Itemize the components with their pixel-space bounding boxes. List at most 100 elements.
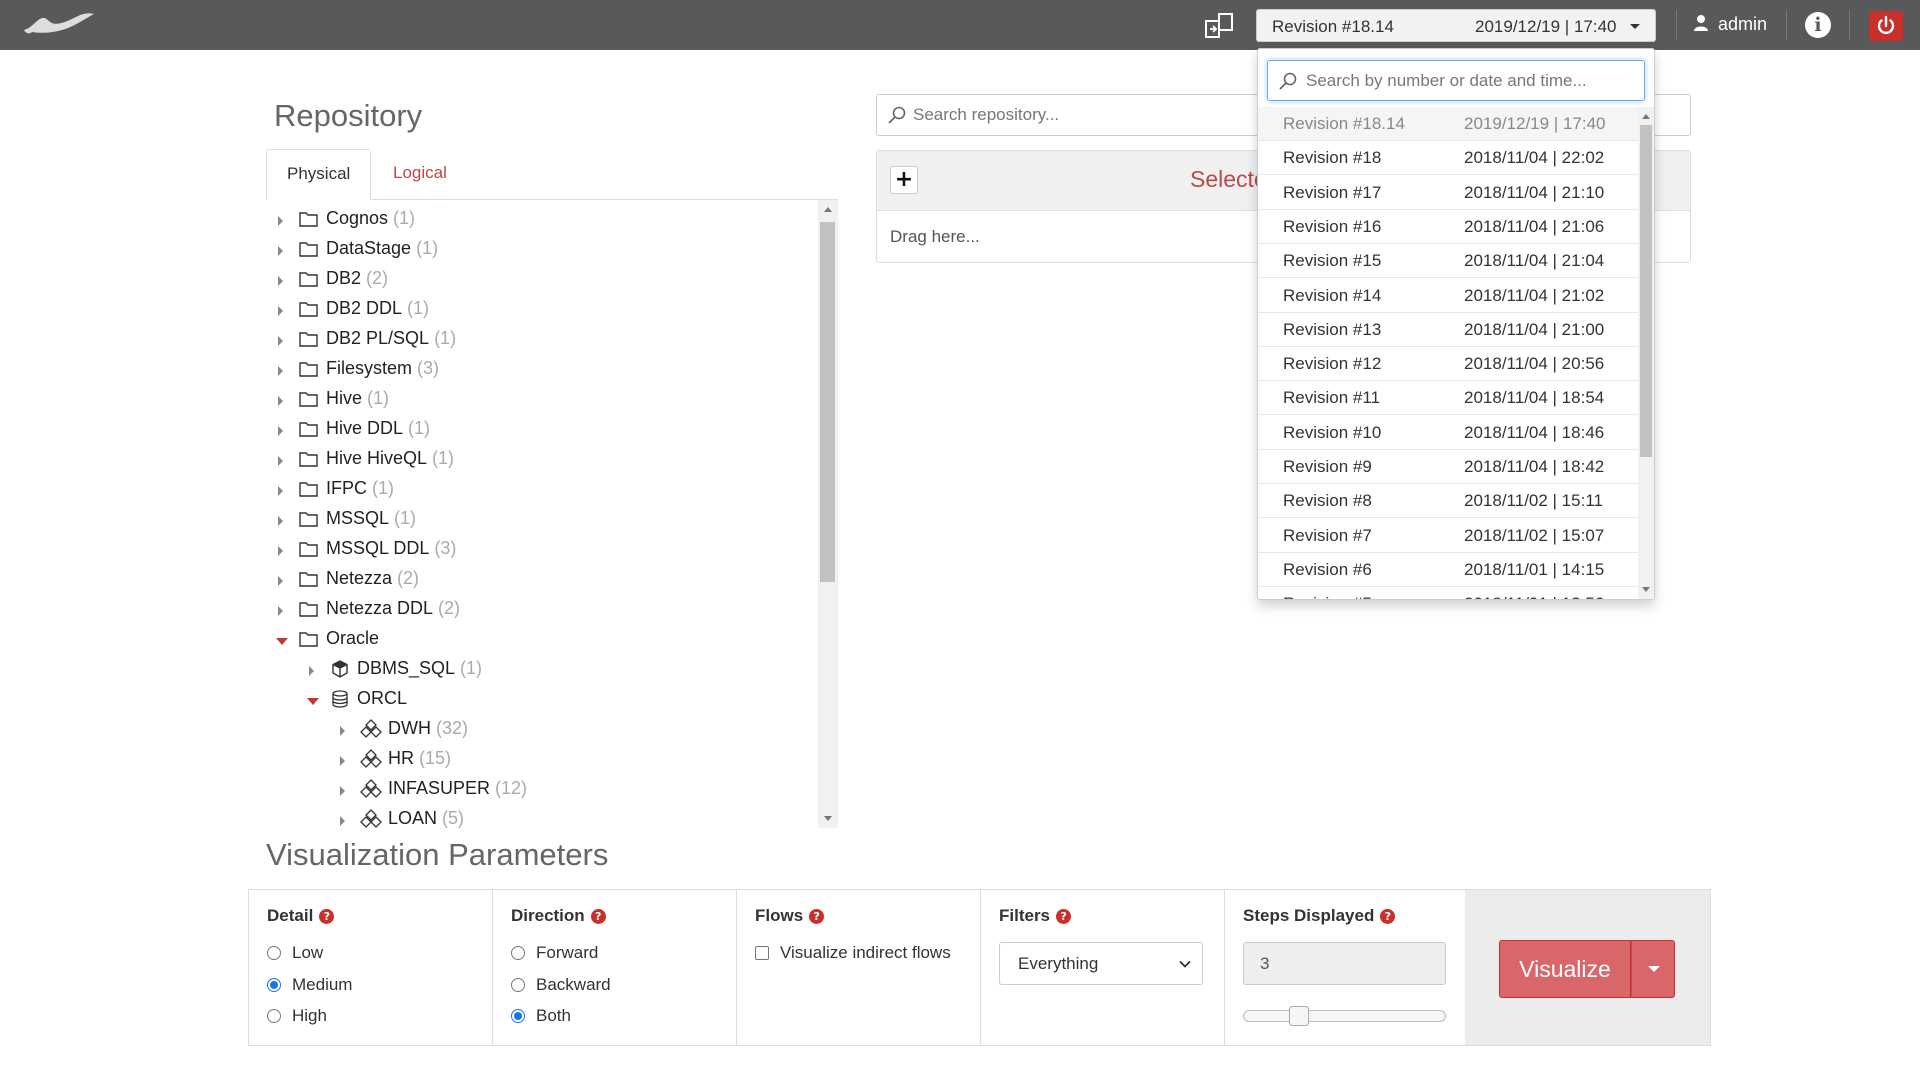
tree-item-count: (1) [408, 418, 431, 438]
drop-zone[interactable]: Drag here... [890, 227, 980, 247]
revision-list-scrollbar[interactable] [1638, 107, 1654, 599]
revision-item[interactable]: Revision #8 2018/11/02 | 15:11 [1258, 484, 1638, 519]
caret-right-icon[interactable] [278, 486, 283, 496]
radio-low[interactable] [267, 946, 281, 960]
folder-icon [298, 539, 320, 559]
revision-item-number: Revision #7 [1283, 525, 1372, 545]
scroll-down-icon[interactable] [824, 816, 832, 821]
revision-item[interactable]: Revision #15 2018/11/04 | 21:04 [1258, 244, 1638, 279]
revision-item[interactable]: Revision #10 2018/11/04 | 18:46 [1258, 416, 1638, 450]
caret-right-icon[interactable] [278, 396, 283, 406]
radio-backward[interactable] [511, 978, 525, 992]
info-icon[interactable]: i [1805, 12, 1831, 38]
revision-item[interactable]: Revision #13 2018/11/04 | 21:00 [1258, 313, 1638, 347]
help-icon[interactable]: ? [1056, 909, 1072, 924]
tree-item-label: LOAN (5) [388, 808, 464, 828]
tree-item-count: (1) [393, 208, 416, 228]
caret-right-icon[interactable] [278, 306, 283, 316]
tree-item-name: IFPC [326, 478, 368, 498]
logo-icon[interactable] [22, 10, 96, 36]
tree-item-name: LOAN [388, 808, 438, 828]
folder-icon [298, 509, 320, 529]
help-icon[interactable]: ? [319, 909, 335, 924]
caret-right-icon[interactable] [340, 756, 345, 766]
tree-item-count: (3) [417, 358, 440, 378]
caret-right-icon[interactable] [278, 336, 283, 346]
revision-item[interactable]: Revision #9 2018/11/04 | 18:42 [1258, 450, 1638, 484]
revision-search [1267, 60, 1645, 101]
revision-item-number: Revision #11 [1283, 388, 1381, 408]
revision-item-date: 2018/11/04 | 18:46 [1464, 422, 1605, 442]
scrollbar-thumb[interactable] [820, 222, 835, 582]
slider-handle[interactable] [1289, 1006, 1309, 1026]
add-button[interactable]: + [890, 166, 918, 194]
caret-right-icon[interactable] [278, 576, 283, 586]
caret-down-icon[interactable] [276, 638, 288, 645]
caret-right-icon[interactable] [309, 666, 314, 676]
tab-logical[interactable]: Logical [373, 149, 467, 200]
revision-item-number: Revision #18.14 [1283, 114, 1405, 133]
steps-input[interactable]: 3 [1243, 942, 1446, 985]
scroll-up-icon[interactable] [824, 207, 832, 212]
caret-right-icon[interactable] [340, 816, 345, 826]
radio-forward[interactable] [511, 946, 525, 960]
visualize-options-caret[interactable] [1631, 940, 1675, 998]
filters-select[interactable]: Everything [999, 942, 1203, 985]
tree-item-count: (1) [432, 448, 455, 468]
revision-search-input[interactable] [1306, 61, 1641, 100]
caret-right-icon[interactable] [278, 246, 283, 256]
revision-item[interactable]: Revision #18 2018/11/04 | 22:02 [1258, 141, 1638, 176]
revision-item-number: Revision #17 [1283, 182, 1382, 202]
caret-right-icon[interactable] [278, 606, 283, 616]
revision-item[interactable]: Revision #5 2018/11/01 | 13:56 [1258, 587, 1638, 599]
schema-icon [360, 779, 382, 799]
revision-item[interactable]: Revision #7 2018/11/02 | 15:07 [1258, 519, 1638, 553]
tree-scrollbar[interactable] [818, 200, 838, 828]
help-icon[interactable]: ? [1380, 909, 1396, 924]
tree-item-count: (1) [434, 328, 457, 348]
revision-item[interactable]: Revision #11 2018/11/04 | 18:54 [1258, 381, 1638, 416]
revision-item[interactable]: Revision #6 2018/11/01 | 14:15 [1258, 553, 1638, 587]
revision-item[interactable]: Revision #16 2018/11/04 | 21:06 [1258, 210, 1638, 244]
revision-item[interactable]: Revision #14 2018/11/04 | 21:02 [1258, 279, 1638, 313]
revision-item-number: Revision #16 [1283, 216, 1382, 236]
caret-down-icon[interactable] [307, 698, 319, 705]
tree-item-name: DBMS_SQL [357, 658, 456, 678]
radio-high[interactable] [267, 1009, 281, 1023]
folder-icon [298, 599, 320, 619]
caret-right-icon[interactable] [278, 276, 283, 286]
tree-item-name: Hive HiveQL [326, 448, 428, 468]
revision-item[interactable]: Revision #18.14 2019/12/19 | 17:40 [1258, 107, 1638, 141]
revision-selector-button[interactable]: Revision #18.14 2019/12/19 | 17:40 [1256, 9, 1656, 42]
caret-right-icon[interactable] [278, 456, 283, 466]
radio-both[interactable] [511, 1009, 525, 1023]
tab-physical[interactable]: Physical [266, 149, 371, 200]
caret-right-icon[interactable] [278, 426, 283, 436]
radio-medium[interactable] [267, 978, 281, 992]
help-icon[interactable]: ? [590, 909, 606, 924]
logout-button[interactable] [1869, 11, 1903, 41]
revision-item[interactable]: Revision #12 2018/11/04 | 20:56 [1258, 347, 1638, 382]
tree-item-name: Netezza DDL [326, 598, 434, 618]
caret-right-icon[interactable] [278, 516, 283, 526]
caret-right-icon[interactable] [340, 786, 345, 796]
repository-tree: Cognos (1) DataStage (1) DB2 (2) DB2 DDL (1) DB2… [266, 200, 838, 828]
caret-right-icon[interactable] [278, 546, 283, 556]
caret-right-icon[interactable] [278, 216, 283, 226]
divider [1786, 10, 1787, 40]
revision-item-date: 2018/11/04 | 21:06 [1464, 216, 1605, 236]
checkbox[interactable] [755, 946, 769, 960]
revision-item[interactable]: Revision #17 2018/11/04 | 21:10 [1258, 176, 1638, 210]
folder-icon [298, 569, 320, 589]
caret-right-icon[interactable] [278, 366, 283, 376]
steps-slider[interactable] [1243, 1006, 1446, 1026]
scroll-down-icon[interactable] [1642, 587, 1650, 592]
folder-icon [298, 479, 320, 499]
direction-group: Direction? Forward Backward Both [493, 890, 737, 1045]
scrollbar-thumb[interactable] [1640, 125, 1652, 457]
compare-revisions-icon[interactable] [1203, 12, 1235, 40]
help-icon[interactable]: ? [809, 909, 825, 924]
visualize-button[interactable]: Visualize [1499, 940, 1631, 998]
scroll-up-icon[interactable] [1642, 114, 1650, 119]
caret-right-icon[interactable] [340, 726, 345, 736]
